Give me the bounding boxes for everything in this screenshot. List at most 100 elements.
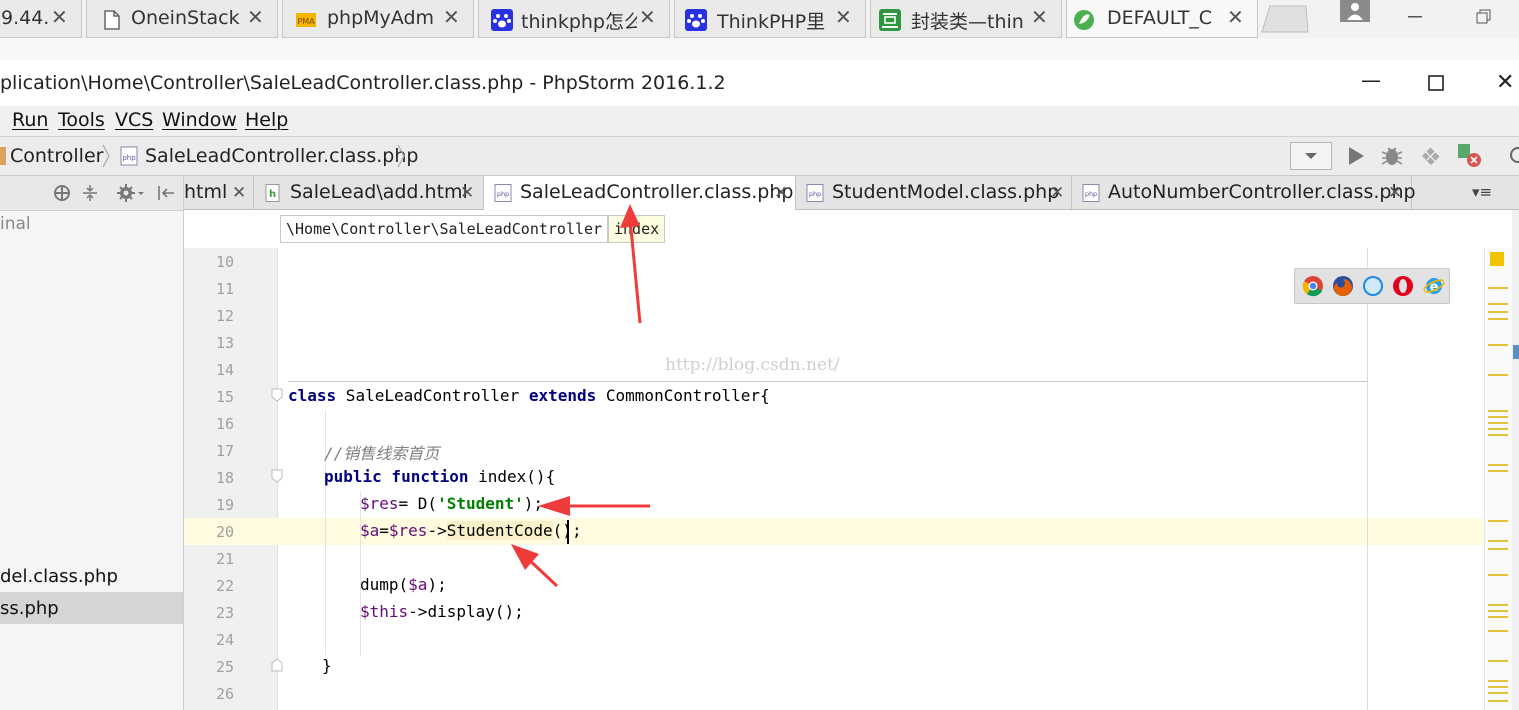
close-icon[interactable]: ✕ (1050, 183, 1064, 203)
close-button[interactable]: ✕ (1496, 70, 1514, 95)
variable: $res (360, 494, 399, 513)
browser-tab[interactable]: 9.44.2 ✕ (0, 0, 82, 38)
error-stripe-mark[interactable] (1488, 686, 1508, 688)
close-icon[interactable]: ✕ (443, 5, 460, 29)
breadcrumb-namespace[interactable]: \Home\Controller\SaleLeadController (280, 215, 609, 243)
menu-vcs[interactable]: VCS (115, 109, 153, 131)
error-stripe-mark[interactable] (1488, 604, 1508, 606)
error-stripe-mark[interactable] (1488, 287, 1508, 289)
error-stripe-mark[interactable] (1488, 660, 1508, 662)
debug-icon[interactable] (1378, 142, 1406, 170)
file-status-indicator[interactable] (1490, 252, 1504, 266)
internet-explorer-icon[interactable]: e (1423, 275, 1445, 297)
locate-icon[interactable] (52, 183, 72, 203)
safari-icon[interactable] (1362, 275, 1384, 297)
menu-run[interactable]: Run (12, 109, 48, 131)
search-icon[interactable] (1506, 144, 1519, 170)
editor-tab[interactable]: html ✕ (184, 176, 254, 209)
code-comment[interactable]: //销售线索首页 (324, 440, 439, 464)
menu-window[interactable]: Window (162, 109, 237, 131)
error-stripe-mark[interactable] (1488, 700, 1508, 702)
project-file-item-selected[interactable]: ss.php (0, 598, 59, 619)
error-stripe-mark[interactable] (1488, 470, 1508, 472)
close-icon[interactable]: ✕ (1227, 5, 1244, 29)
fold-marker-icon[interactable] (270, 658, 284, 672)
gear-icon[interactable] (116, 182, 146, 204)
error-stripe-mark[interactable] (1488, 434, 1508, 436)
error-stripe-mark[interactable] (1488, 548, 1508, 550)
browser-tab[interactable]: 封装类—thin ✕ (870, 0, 1062, 38)
error-stripe-mark[interactable] (1488, 422, 1508, 424)
code-line[interactable]: $this->display(); (360, 602, 524, 621)
error-stripe-mark[interactable] (1488, 520, 1508, 522)
fold-marker-icon[interactable] (270, 388, 284, 402)
error-stripe-mark[interactable] (1488, 616, 1508, 618)
php-file-icon: php (494, 184, 512, 202)
coverage-icon[interactable] (1418, 143, 1444, 169)
editor-tab[interactable]: php AutoNumberController.class.php ✕ (1072, 176, 1416, 209)
editor-tab[interactable]: php StudentModel.class.php ✕ (796, 176, 1072, 209)
nav-crumb-controller[interactable]: Controller (10, 145, 103, 167)
editor-tab[interactable]: h SaleLead\add.html ✕ (254, 176, 484, 209)
code-line-current[interactable]: $a=$res->StudentCode(); (360, 521, 582, 540)
error-stripe-mark[interactable] (1488, 630, 1508, 632)
code-line[interactable]: class SaleLeadController extends CommonC… (288, 386, 770, 405)
code-line[interactable]: dump($a); (360, 575, 447, 594)
error-stripe-mark[interactable] (1488, 540, 1508, 542)
project-file-item[interactable]: del.class.php (0, 566, 118, 587)
nav-crumb-file[interactable]: SaleLeadController.class.php (145, 145, 418, 167)
close-icon[interactable]: ✕ (639, 5, 656, 29)
error-stripe-mark[interactable] (1488, 692, 1508, 694)
browser-tab[interactable]: ThinkPHP里 ✕ (674, 0, 866, 38)
code-line[interactable]: $res= D('Student'); (360, 494, 543, 513)
code-line[interactable]: public function index(){ (324, 467, 555, 486)
error-stripe-mark[interactable] (1488, 464, 1508, 466)
error-stripe-mark[interactable] (1488, 416, 1508, 418)
line-number: 23 (215, 604, 234, 622)
browser-tab[interactable]: DEFAULT_C ✕ (1066, 0, 1258, 38)
error-stripe-mark[interactable] (1488, 318, 1508, 320)
firefox-icon[interactable] (1332, 275, 1354, 297)
code-line[interactable]: } (322, 656, 332, 675)
close-icon[interactable]: ✕ (1388, 183, 1402, 203)
hide-panel-icon[interactable] (156, 183, 178, 203)
error-stripe-mark[interactable] (1488, 610, 1508, 612)
close-icon[interactable]: ✕ (774, 183, 788, 203)
run-icon[interactable] (1344, 144, 1368, 168)
menu-help[interactable]: Help (245, 109, 288, 131)
browser-tab[interactable]: thinkphp怎么 ✕ (478, 0, 670, 38)
maximize-button[interactable] (1428, 75, 1444, 91)
browser-tab[interactable]: PMA phpMyAdm ✕ (282, 0, 474, 38)
svg-text:php: php (1085, 190, 1097, 198)
side-tool-icon[interactable] (1513, 345, 1519, 359)
fold-marker-icon[interactable] (270, 469, 284, 483)
minimize-button[interactable]: — (1361, 68, 1381, 92)
close-icon[interactable]: ✕ (835, 5, 852, 29)
error-stripe-mark[interactable] (1488, 374, 1508, 376)
error-stripe-mark[interactable] (1488, 303, 1508, 305)
line-number: 13 (215, 334, 234, 352)
error-stripe-mark[interactable] (1488, 680, 1508, 682)
opera-icon[interactable] (1392, 275, 1414, 297)
stop-debug-icon[interactable] (1456, 142, 1482, 170)
chrome-icon[interactable] (1302, 275, 1324, 297)
error-stripe-mark[interactable] (1488, 574, 1508, 576)
menu-tools[interactable]: Tools (58, 109, 105, 131)
error-stripe-mark[interactable] (1488, 410, 1508, 412)
error-stripe-mark[interactable] (1488, 344, 1508, 346)
browser-restore-icon[interactable] (1476, 9, 1492, 25)
collapse-all-icon[interactable] (80, 183, 100, 203)
browser-minimize-icon[interactable] (1408, 14, 1424, 20)
error-stripe-mark[interactable] (1488, 428, 1508, 430)
user-icon[interactable] (1340, 0, 1370, 22)
browser-tab[interactable]: OneinStack ✕ (86, 0, 278, 38)
close-icon[interactable]: ✕ (1031, 5, 1048, 29)
run-config-dropdown[interactable] (1290, 142, 1332, 170)
new-tab-button[interactable] (1260, 4, 1310, 34)
tabs-overflow-button[interactable]: ▾≡ (1472, 183, 1492, 201)
close-icon[interactable]: ✕ (247, 5, 264, 29)
close-icon[interactable]: ✕ (460, 183, 474, 203)
close-icon[interactable]: ✕ (51, 5, 68, 29)
error-stripe-mark[interactable] (1488, 311, 1508, 313)
close-icon[interactable]: ✕ (232, 183, 246, 203)
